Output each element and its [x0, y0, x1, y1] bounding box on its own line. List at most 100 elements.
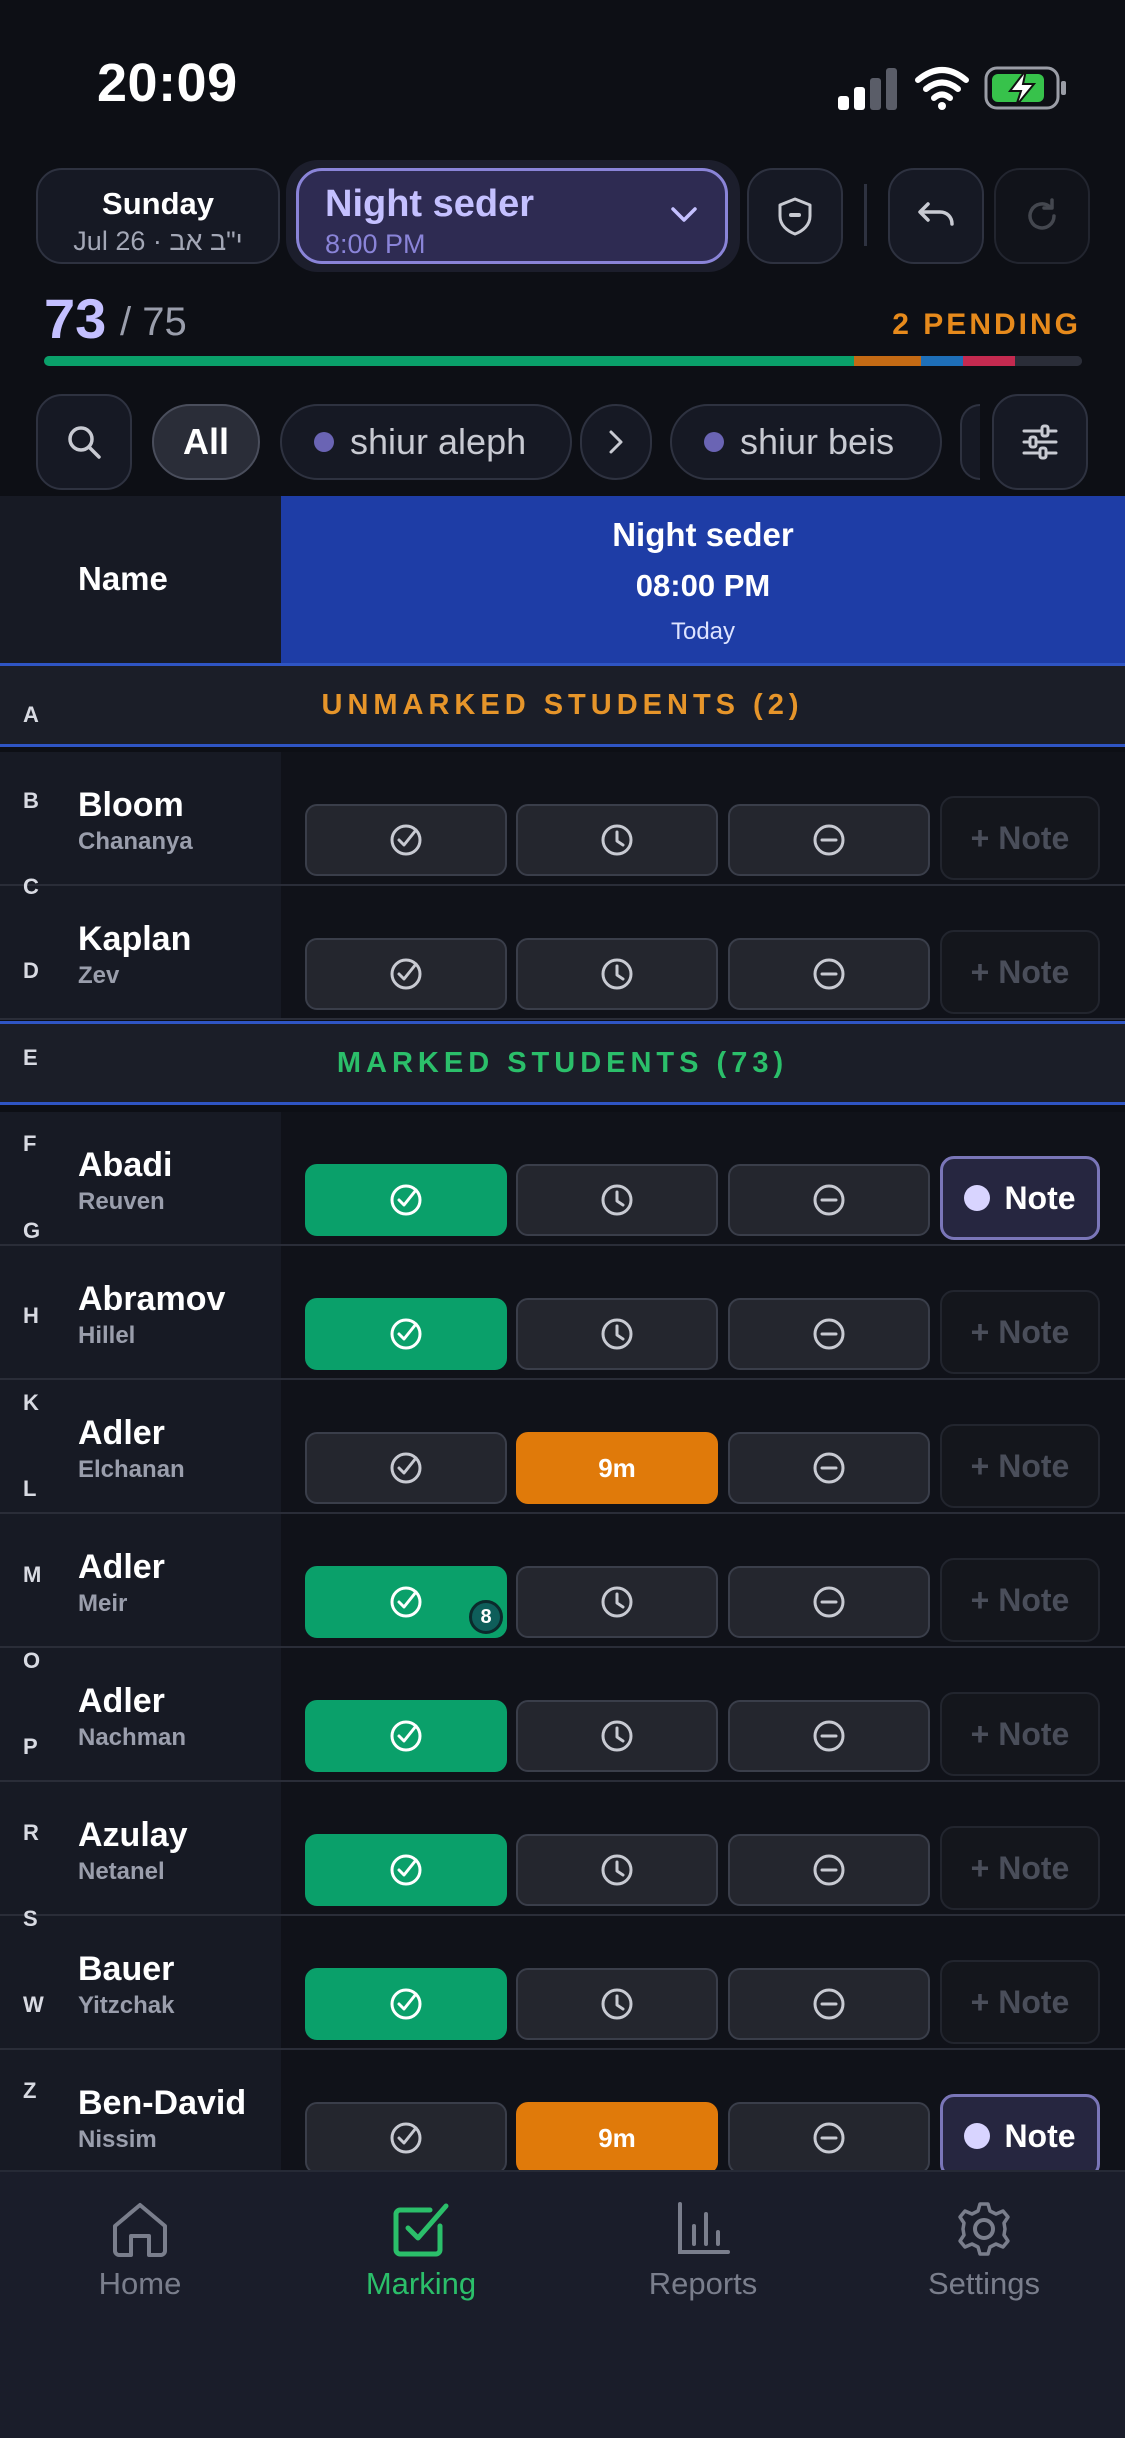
bar-chart-icon [678, 2202, 730, 2254]
session-selector-button[interactable]: Night seder 8:00 PM [296, 168, 728, 264]
add-note-button[interactable]: + Note [940, 930, 1100, 1014]
filter-chip-shiur-beis[interactable]: shiur beis [670, 404, 942, 480]
student-first-name: Netanel [78, 1858, 165, 1885]
alphabet-letter[interactable]: G [23, 1218, 40, 1244]
mark-late-button[interactable] [516, 1834, 718, 1906]
tab-label: Reports [648, 2266, 758, 2301]
mark-absent-button[interactable] [728, 1834, 930, 1906]
gear-icon [958, 2202, 1010, 2256]
alphabet-letter[interactable]: H [23, 1303, 39, 1329]
mark-late-button[interactable] [516, 1164, 718, 1236]
tab-reports[interactable]: Reports [603, 2200, 803, 2302]
student-name-cell[interactable]: Adler Nachman [0, 1648, 281, 1780]
alphabet-letter[interactable]: L [23, 1476, 36, 1502]
name-column-header[interactable]: Name [0, 496, 281, 664]
mark-present-button[interactable] [305, 804, 507, 876]
student-name-cell[interactable]: Adler Elchanan [0, 1380, 281, 1512]
mark-late-button[interactable] [516, 1566, 718, 1638]
mark-late-button[interactable]: 9m [516, 1432, 718, 1504]
mark-late-button[interactable] [516, 804, 718, 876]
mark-present-button[interactable] [305, 938, 507, 1010]
mark-late-button[interactable] [516, 1700, 718, 1772]
mark-present-button[interactable]: 8 [305, 1566, 507, 1638]
note-button[interactable]: Note [940, 1156, 1100, 1240]
add-note-button[interactable]: + Note [940, 1960, 1100, 2044]
add-note-button[interactable]: + Note [940, 1424, 1100, 1508]
alphabet-letter[interactable]: R [23, 1820, 39, 1846]
note-dot [964, 2123, 991, 2149]
student-name-cell[interactable]: Bauer Yitzchak [0, 1916, 281, 2048]
mark-absent-button[interactable] [728, 1700, 930, 1772]
filter-chip-shiur-aleph[interactable]: shiur aleph [280, 404, 572, 480]
mark-absent-button[interactable] [728, 1432, 930, 1504]
student-first-name: Zev [78, 962, 120, 989]
mark-present-button[interactable] [305, 1700, 507, 1772]
alphabet-letter[interactable]: B [23, 788, 39, 814]
add-note-button[interactable]: + Note [940, 796, 1100, 880]
alphabet-letter[interactable]: A [23, 702, 39, 728]
alphabet-letter[interactable]: P [23, 1734, 38, 1760]
mark-present-button[interactable] [305, 1164, 507, 1236]
group-dot [704, 432, 724, 452]
student-name-cell[interactable]: Abramov Hillel [0, 1246, 281, 1378]
student-last-name: Ben-David [78, 2084, 247, 2122]
clock-icon [601, 1586, 633, 1618]
mark-present-button[interactable] [305, 1968, 507, 2040]
student-last-name: Bloom [78, 786, 184, 824]
student-name-cell[interactable]: Azulay Netanel [0, 1782, 281, 1914]
redo-button[interactable] [994, 168, 1090, 264]
clock-icon [601, 1988, 633, 2020]
alphabet-letter[interactable]: W [23, 1992, 44, 2018]
chip-expand-button[interactable] [580, 404, 652, 480]
mark-late-button[interactable]: 9m [516, 2102, 718, 2174]
alphabet-letter[interactable]: M [23, 1562, 41, 1588]
mark-present-button[interactable] [305, 1834, 507, 1906]
add-note-button[interactable]: + Note [940, 1290, 1100, 1374]
shield-button[interactable] [747, 168, 843, 264]
clock-icon [601, 958, 633, 990]
add-note-button[interactable]: + Note [940, 1558, 1100, 1642]
mark-present-button[interactable] [305, 2102, 507, 2174]
search-button[interactable] [36, 394, 132, 490]
mark-absent-button[interactable] [728, 804, 930, 876]
alphabet-letter[interactable]: K [23, 1390, 39, 1416]
student-name-cell[interactable]: Ben-David Nissim [0, 2050, 281, 2182]
mark-late-button[interactable] [516, 1298, 718, 1370]
student-name-cell[interactable]: Adler Meir [0, 1514, 281, 1646]
mark-absent-button[interactable] [728, 1298, 930, 1370]
check-circle-icon [390, 1184, 422, 1216]
mark-late-button[interactable] [516, 1968, 718, 2040]
add-note-button[interactable]: + Note [940, 1826, 1100, 1910]
alphabet-letter[interactable]: Z [23, 2078, 36, 2104]
tab-settings[interactable]: Settings [884, 2200, 1084, 2302]
late-minutes: 9m [598, 1452, 636, 1483]
mark-absent-button[interactable] [728, 1164, 930, 1236]
mark-late-button[interactable] [516, 938, 718, 1010]
mark-absent-button[interactable] [728, 1566, 930, 1638]
add-note-button[interactable]: + Note [940, 1692, 1100, 1776]
mark-present-button[interactable] [305, 1432, 507, 1504]
clock-icon [601, 824, 633, 856]
note-button[interactable]: Note [940, 2094, 1100, 2178]
alphabet-letter[interactable]: C [23, 874, 39, 900]
date-selector-button[interactable]: Sunday Jul 26 · י"ב אב [36, 168, 280, 264]
student-name-cell[interactable]: Kaplan Zev [0, 886, 281, 1018]
undo-button[interactable] [888, 168, 984, 264]
tab-home[interactable]: Home [40, 2200, 240, 2302]
alphabet-letter[interactable]: O [23, 1648, 40, 1674]
student-name-cell[interactable]: Abadi Reuven [0, 1112, 281, 1244]
student-name-cell[interactable]: Bloom Chananya [0, 752, 281, 884]
mark-absent-button[interactable] [728, 2102, 930, 2174]
filter-chip-all[interactable]: All [152, 404, 260, 480]
note-label: + Note [970, 1581, 1070, 1618]
mark-absent-button[interactable] [728, 1968, 930, 2040]
alphabet-letter[interactable]: E [23, 1045, 38, 1071]
alphabet-letter[interactable]: S [23, 1906, 38, 1932]
tab-marking[interactable]: Marking [321, 2200, 521, 2302]
mark-absent-button[interactable] [728, 938, 930, 1010]
mark-present-button[interactable] [305, 1298, 507, 1370]
filter-settings-button[interactable] [992, 394, 1088, 490]
check-circle-icon [390, 824, 422, 856]
alphabet-letter[interactable]: F [23, 1131, 36, 1157]
alphabet-letter[interactable]: D [23, 958, 39, 984]
